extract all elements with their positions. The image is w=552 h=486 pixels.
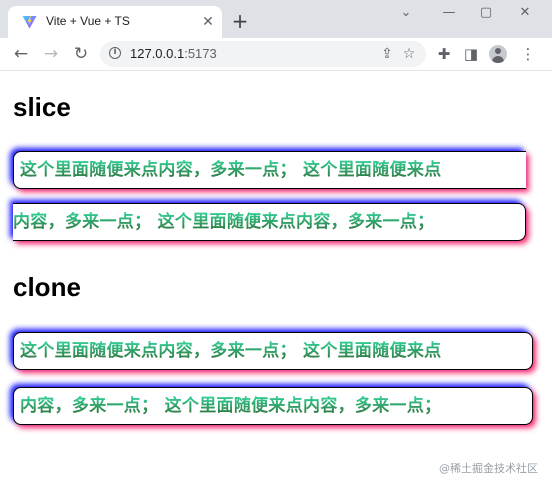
avatar-icon[interactable] (489, 45, 507, 63)
clone-heading: clone (13, 272, 81, 302)
plus-icon[interactable]: + (230, 11, 250, 31)
clone-line-1-text: 这个里面随便来点内容，多来一点； 这个里面随便来点 (14, 341, 441, 361)
arrow-left-icon[interactable]: ← (10, 43, 32, 65)
slice-heading: slice (13, 92, 71, 122)
arrow-right-icon[interactable]: → (40, 43, 62, 65)
puzzle-icon[interactable]: ✚ (433, 43, 455, 65)
maximize-icon[interactable]: ▢ (471, 2, 501, 24)
kebab-menu-icon[interactable]: ⋮ (517, 43, 539, 65)
close-icon[interactable]: ✕ (200, 14, 216, 30)
url-text[interactable]: 127.0.0.1:5173 (130, 46, 217, 61)
clone-line-2-text: 内容，多来一点； 这个里面随便来点内容，多来一点； (14, 396, 441, 416)
chevron-down-icon[interactable]: ⌄ (391, 2, 421, 24)
url-port: :5173 (184, 46, 217, 61)
vite-logo-icon (22, 15, 37, 29)
clone-box-line-1: 这个里面随便来点内容，多来一点； 这个里面随便来点 (13, 332, 533, 370)
clone-box-line-2: 内容，多来一点； 这个里面随便来点内容，多来一点； (13, 387, 533, 425)
tab-strip: Vite + Vue + TS ✕ + ⌄ — ▢ ✕ (0, 0, 552, 38)
reload-icon[interactable]: ↻ (70, 43, 92, 65)
browser-toolbar: ← → ↻ i 127.0.0.1:5173 ⇪ ☆ ✚ ◨ ⋮ (0, 38, 552, 71)
slice-line-1-text: 这个里面随便来点内容，多来一点； 这个里面随便来点 (14, 160, 441, 180)
active-tab[interactable]: Vite + Vue + TS ✕ (8, 6, 222, 38)
address-bar[interactable]: i 127.0.0.1:5173 ⇪ ☆ (100, 41, 426, 67)
info-icon[interactable]: i (109, 47, 121, 59)
slice-line-2-text: 内容，多来一点； 这个里面随便来点内容，多来一点； (13, 212, 435, 232)
share-icon[interactable]: ⇪ (378, 45, 396, 63)
tab-title: Vite + Vue + TS (46, 14, 130, 28)
minimize-icon[interactable]: — (434, 2, 464, 24)
side-panel-icon[interactable]: ◨ (460, 43, 482, 65)
window-close-icon[interactable]: ✕ (510, 2, 540, 24)
watermark: @稀土掘金技术社区 (439, 462, 538, 475)
url-host: 127.0.0.1 (130, 46, 185, 61)
slice-box-line-2: 内容，多来一点； 这个里面随便来点内容，多来一点； (13, 203, 526, 241)
page-viewport: slice 这个里面随便来点内容，多来一点； 这个里面随便来点 内容，多来一点；… (0, 71, 552, 486)
slice-box-line-1: 这个里面随便来点内容，多来一点； 这个里面随便来点 (13, 151, 526, 189)
star-icon[interactable]: ☆ (400, 45, 418, 63)
